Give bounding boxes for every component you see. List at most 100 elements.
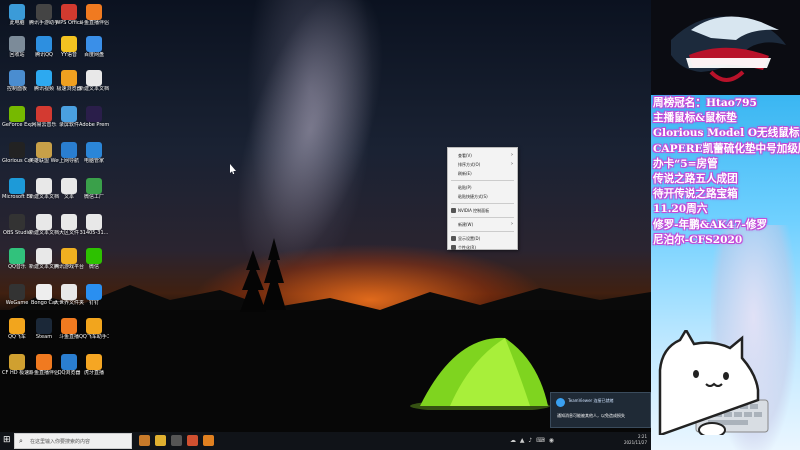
app-icon	[36, 70, 52, 86]
desktop-icon[interactable]: 回收站	[2, 36, 32, 58]
context-menu-item[interactable]: 显示设置(D)	[448, 234, 517, 243]
app-icon	[36, 248, 52, 264]
app-icon	[61, 70, 77, 86]
context-menu-item[interactable]: 个性化(R)	[448, 243, 517, 252]
tree-silhouette	[262, 238, 286, 310]
desktop-icon[interactable]: 此电脑	[2, 4, 32, 26]
submenu-arrow-icon: ›	[511, 161, 513, 167]
desktop-icon[interactable]: Microsoft Edge	[2, 178, 32, 200]
menu-item-label: 个性化(R)	[458, 245, 476, 250]
milky-way-wallpaper	[206, 0, 414, 292]
desktop-icon[interactable]: QQ飞车助手工具	[79, 318, 109, 340]
menu-separator	[451, 215, 514, 218]
desktop-icon[interactable]: 百度网盘	[79, 36, 109, 58]
desktop-icon[interactable]: 虎牙直播	[79, 354, 109, 376]
desktop-icon-label: OBS Studio	[3, 230, 31, 236]
desktop-icon-label: QQ飞车助手工具	[79, 334, 109, 340]
app-icon	[36, 214, 52, 230]
context-menu-item[interactable]: 查看(V) ›	[448, 151, 517, 160]
desktop-icon-label: 斗鱼直播伴侣	[79, 20, 109, 26]
taskbar: ⊞ ⌕ 在这里输入你要搜索的内容 ☁ ▲ ♪ ⌨ ◉ 2:21 2021/11/…	[0, 432, 651, 450]
desktop-icon[interactable]: WeGame	[2, 284, 32, 306]
menu-item-icon	[451, 245, 456, 250]
desktop-icon[interactable]: Glorious Core	[2, 142, 32, 164]
desktop-icon-label: 电脑管家	[83, 158, 104, 164]
context-menu-item[interactable]: NVIDIA 控制面板	[448, 206, 517, 215]
app-icon	[36, 318, 52, 334]
desktop-icon-label: 微信	[88, 264, 99, 270]
desktop-icon[interactable]: Adobe Premiere	[79, 106, 109, 128]
app-icon	[9, 284, 25, 300]
taskbar-app-icon[interactable]	[139, 435, 150, 446]
desktop-icon[interactable]: 微信工厂	[79, 178, 109, 200]
desktop-icon[interactable]: CF HD 极速版大区	[2, 354, 32, 376]
desktop-icon[interactable]: 31405-31...	[79, 214, 109, 236]
windows-start-icon[interactable]: ⊞	[3, 436, 12, 445]
system-tray-icons[interactable]: ☁ ▲ ♪ ⌨ ◉	[510, 437, 555, 444]
desktop-icon-label: 回收站	[9, 52, 25, 58]
app-icon	[86, 36, 102, 52]
desktop[interactable]: 此电脑 腾讯手游助手 WPS Office 斗鱼直播伴侣 回收站 腾讯QQ YY语音 百度网盘…	[0, 0, 651, 432]
desktop-icon[interactable]: 新建文本文档	[79, 70, 109, 92]
taskbar-app-icon[interactable]	[171, 435, 182, 446]
desktop-icon[interactable]: 钉钉	[79, 284, 109, 306]
toast-notification[interactable]: TeamViewer 连接已就绪 通知消息可能被其他人，以免造成损失	[550, 392, 651, 428]
system-clock[interactable]: 2:21 2021/11/27	[624, 434, 647, 446]
app-icon	[86, 142, 102, 158]
app-icon	[61, 4, 77, 20]
app-icon	[9, 106, 25, 122]
desktop-icon-label: 百度网盘	[83, 52, 104, 58]
desktop-icon-label: 此电脑	[9, 20, 25, 26]
app-icon	[36, 4, 52, 20]
app-icon	[61, 248, 77, 264]
app-icon	[86, 318, 102, 334]
app-icon	[61, 36, 77, 52]
desktop-icon-label: Adobe Premiere	[79, 122, 109, 128]
app-icon	[36, 284, 52, 300]
desktop-icon[interactable]: QQ飞车	[2, 318, 32, 340]
overlay-text-line: 11.20周六	[653, 203, 708, 216]
menu-item-label: 查看(V)	[458, 153, 472, 158]
overlay-text-line: 传说之路五人成团	[653, 173, 738, 186]
context-menu-item[interactable]: 粘贴快捷方式(S)	[448, 192, 517, 201]
desktop-icon-label: 控制面板	[6, 86, 27, 92]
taskbar-app-icon[interactable]	[203, 435, 214, 446]
taskbar-app-icon[interactable]	[187, 435, 198, 446]
context-menu-item[interactable]: 排序方式(O) ›	[448, 160, 517, 169]
context-menu-item[interactable]: 粘贴(P)	[448, 183, 517, 192]
menu-separator	[451, 229, 514, 232]
desktop-icon-label: 31405-31...	[79, 230, 109, 236]
overlay-text-line: 办卡“5=房管	[653, 157, 718, 170]
submenu-arrow-icon: ›	[511, 152, 513, 158]
search-placeholder: 在这里输入你要搜索的内容	[30, 439, 91, 445]
app-icon	[9, 354, 25, 370]
team-logo	[651, 0, 800, 95]
desktop-icon-label: 虎牙直播	[83, 370, 104, 376]
app-icon	[86, 106, 102, 122]
notification-title: TeamViewer 连接已就绪	[568, 398, 614, 403]
desktop-icon[interactable]: OBS Studio	[2, 214, 32, 236]
desktop-icon-label: 微信工厂	[83, 194, 104, 200]
desktop-icon[interactable]: 控制面板	[2, 70, 32, 92]
search-icon: ⌕	[19, 437, 23, 445]
desktop-icon[interactable]: GeForce Experience	[2, 106, 32, 128]
app-icon	[36, 178, 52, 194]
context-menu-item[interactable]: 刷新(E)	[448, 169, 517, 178]
desktop-icon-label: 新建文本文档	[79, 86, 109, 92]
context-menu-item[interactable]: 新建(W) ›	[448, 220, 517, 229]
desktop-context-menu[interactable]: 查看(V) › 排序方式(O) › 刷新(E) 粘贴(P) 粘贴快捷方式(S) NVIDIA …	[447, 147, 518, 250]
desktop-icon[interactable]: 微信	[79, 248, 109, 270]
desktop-icon[interactable]: 电脑管家	[79, 142, 109, 164]
taskbar-search-box[interactable]: ⌕ 在这里输入你要搜索的内容	[14, 433, 132, 449]
desktop-icon-label: GeForce Experience	[2, 122, 32, 128]
taskbar-app-icon[interactable]	[155, 435, 166, 446]
menu-separator	[451, 201, 514, 204]
app-icon	[61, 106, 77, 122]
app-icon	[86, 4, 102, 20]
overlay-text-line: 待开传说之路宝箱	[653, 188, 738, 201]
menu-item-label: 显示设置(D)	[458, 236, 481, 241]
app-icon	[61, 214, 77, 230]
desktop-icon[interactable]: QQ音乐	[2, 248, 32, 270]
bongo-cat-overlay	[658, 330, 769, 435]
desktop-icon[interactable]: 斗鱼直播伴侣	[79, 4, 109, 26]
